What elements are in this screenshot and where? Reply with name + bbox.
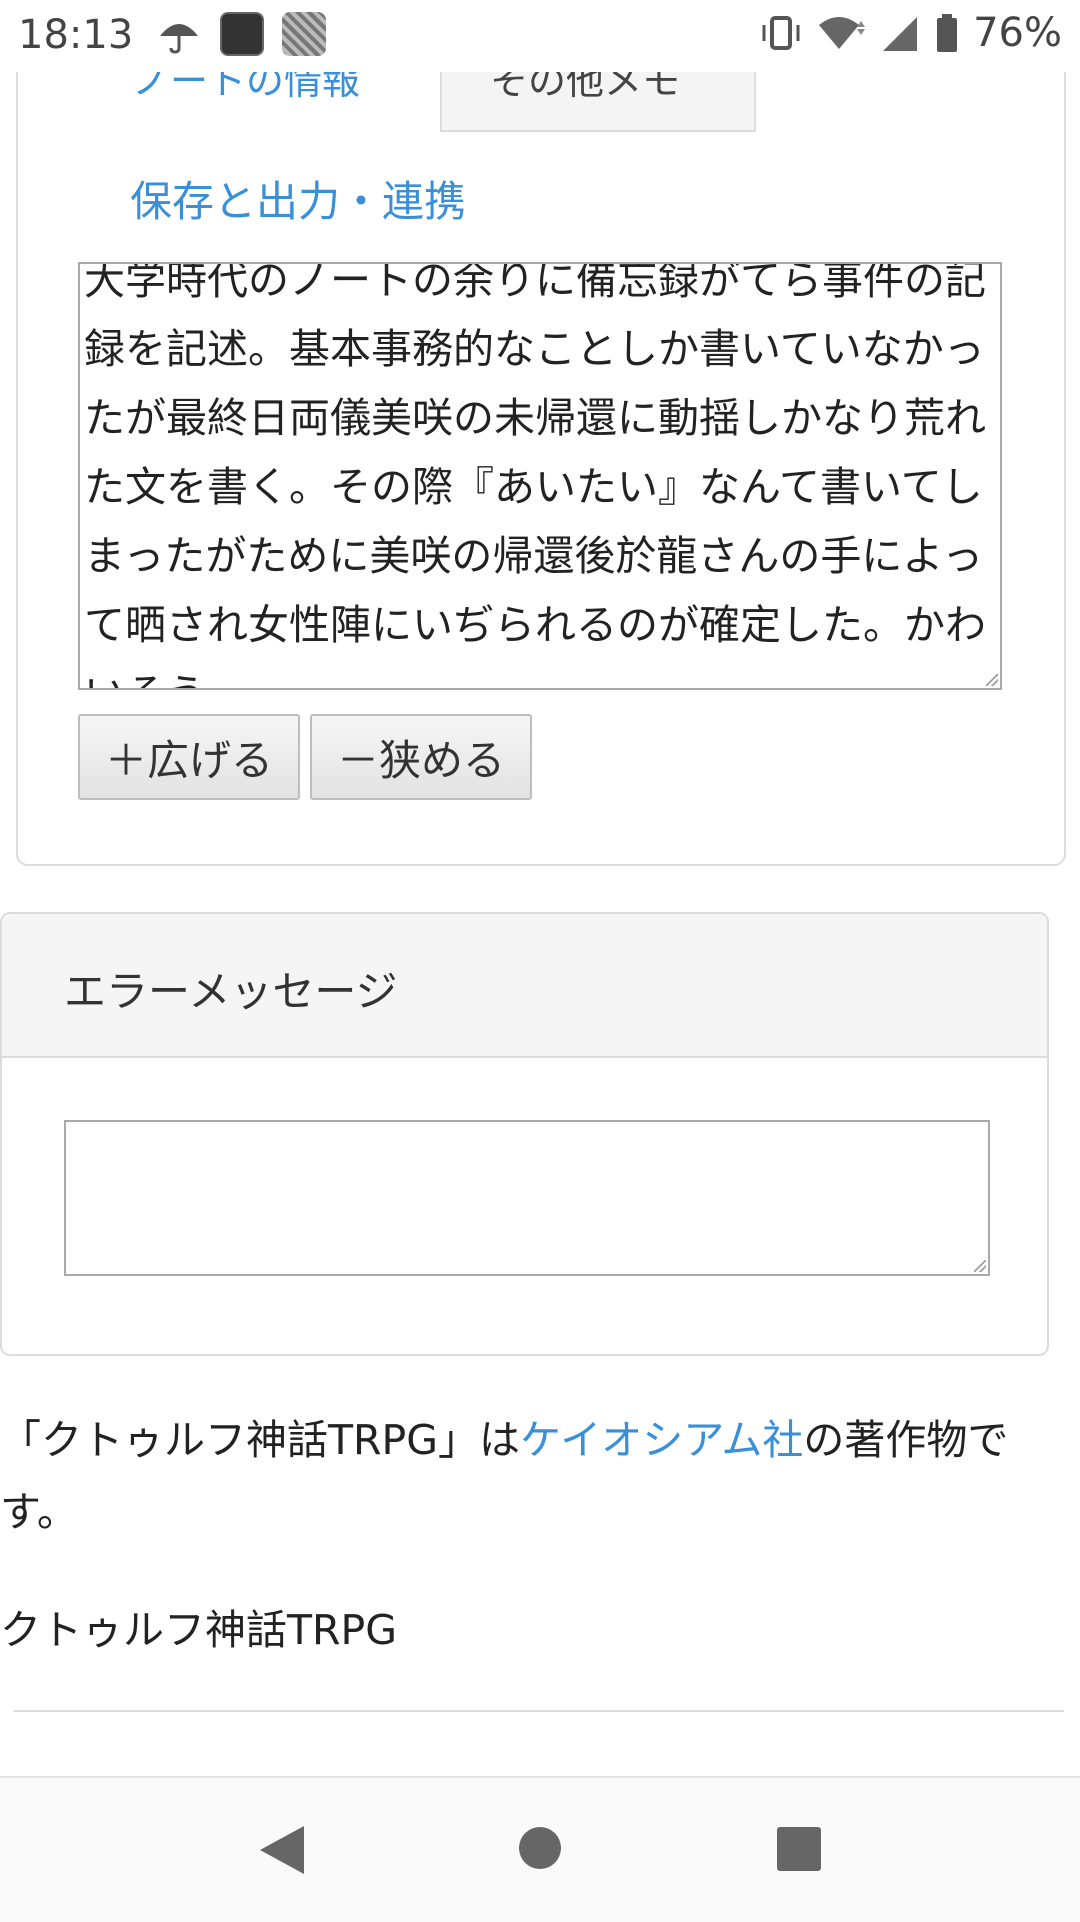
umbrella-icon	[160, 24, 198, 54]
system-icons: 76%	[759, 10, 1062, 56]
tab-save-export[interactable]: 保存と出力・連携	[130, 168, 466, 229]
battery-percent: 76%	[973, 10, 1062, 56]
back-icon[interactable]	[256, 1824, 306, 1876]
notification-icons	[156, 12, 326, 56]
notice-prefix: 「クトゥルフ神話TRPG」は	[0, 1416, 521, 1464]
navigation-bar	[0, 1776, 1080, 1922]
recents-icon[interactable]	[776, 1826, 822, 1872]
memo-textarea[interactable]: 大学時代のノートの余りに備忘録がてら事件の記録を記述。基本事務的なことしか書いて…	[78, 262, 1002, 690]
divider	[14, 1710, 1064, 1712]
battery-icon	[937, 14, 958, 52]
error-panel-title: エラーメッセージ	[64, 967, 398, 1016]
error-panel-header: エラーメッセージ	[2, 914, 1047, 1058]
app-manga-icon	[282, 12, 326, 56]
resize-handle-icon[interactable]	[974, 1260, 986, 1272]
copyright-notice: 「クトゥルフ神話TRPG」はケイオシアム社の著作物です。	[0, 1404, 1070, 1548]
resize-handle-icon[interactable]	[986, 674, 998, 686]
system-title: クトゥルフ神話TRPG	[0, 1606, 398, 1654]
chaosium-link[interactable]: ケイオシアム社	[520, 1416, 803, 1464]
vibrate-icon	[762, 16, 800, 50]
wifi-icon	[819, 17, 866, 49]
status-time: 18:13	[18, 12, 134, 58]
status-bar: 18:13 76%	[0, 0, 1080, 72]
signal-icon	[883, 17, 918, 51]
error-panel: エラーメッセージ	[0, 912, 1049, 1356]
widen-button[interactable]: ＋広げる	[78, 714, 300, 800]
error-message-textarea[interactable]	[64, 1120, 990, 1276]
home-icon[interactable]	[518, 1826, 562, 1870]
narrow-button[interactable]: －狭める	[310, 714, 532, 800]
app-quest-icon	[220, 12, 264, 56]
memo-text: 大学時代のノートの余りに備忘録がてら事件の記録を記述。基本事務的なことしか書いて…	[84, 262, 986, 688]
